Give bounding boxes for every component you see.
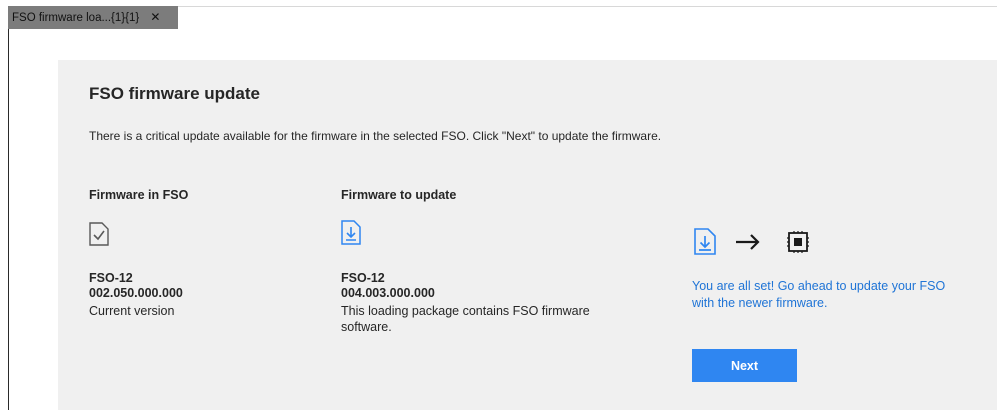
tab-fso-firmware[interactable]: FSO firmware loa...{1}{1} ✕ bbox=[8, 6, 178, 29]
next-button[interactable]: Next bbox=[692, 349, 797, 382]
update-firmware-note-line2: software. bbox=[341, 320, 392, 334]
tab-label: FSO firmware loa...{1}{1} bbox=[12, 12, 140, 24]
left-border bbox=[8, 6, 9, 410]
document-download-icon bbox=[341, 220, 361, 250]
update-firmware-version: 004.003.000.000 bbox=[341, 286, 435, 300]
update-firmware-note-line1: This loading package contains FSO firmwa… bbox=[341, 304, 590, 318]
firmware-update-panel: FSO firmware update There is a critical … bbox=[58, 60, 997, 410]
ready-message-line1: You are all set! Go ahead to update your… bbox=[692, 279, 946, 293]
current-firmware-note: Current version bbox=[89, 304, 175, 318]
current-firmware-name: FSO-12 bbox=[89, 271, 133, 285]
current-firmware-version: 002.050.000.000 bbox=[89, 286, 183, 300]
page-title: FSO firmware update bbox=[89, 84, 260, 103]
close-icon[interactable]: ✕ bbox=[150, 10, 160, 24]
document-check-icon bbox=[89, 222, 109, 251]
update-firmware-name: FSO-12 bbox=[341, 271, 385, 285]
chip-icon bbox=[786, 230, 810, 259]
document-download-icon bbox=[694, 228, 716, 260]
update-firmware-heading: Firmware to update bbox=[341, 188, 457, 202]
description-text: There is a critical update available for… bbox=[89, 129, 662, 143]
current-firmware-heading: Firmware in FSO bbox=[89, 188, 189, 202]
arrow-right-icon bbox=[734, 232, 762, 257]
ready-message: You are all set! Go ahead to update your… bbox=[692, 278, 982, 312]
ready-message-line2: with the newer firmware. bbox=[692, 296, 828, 310]
